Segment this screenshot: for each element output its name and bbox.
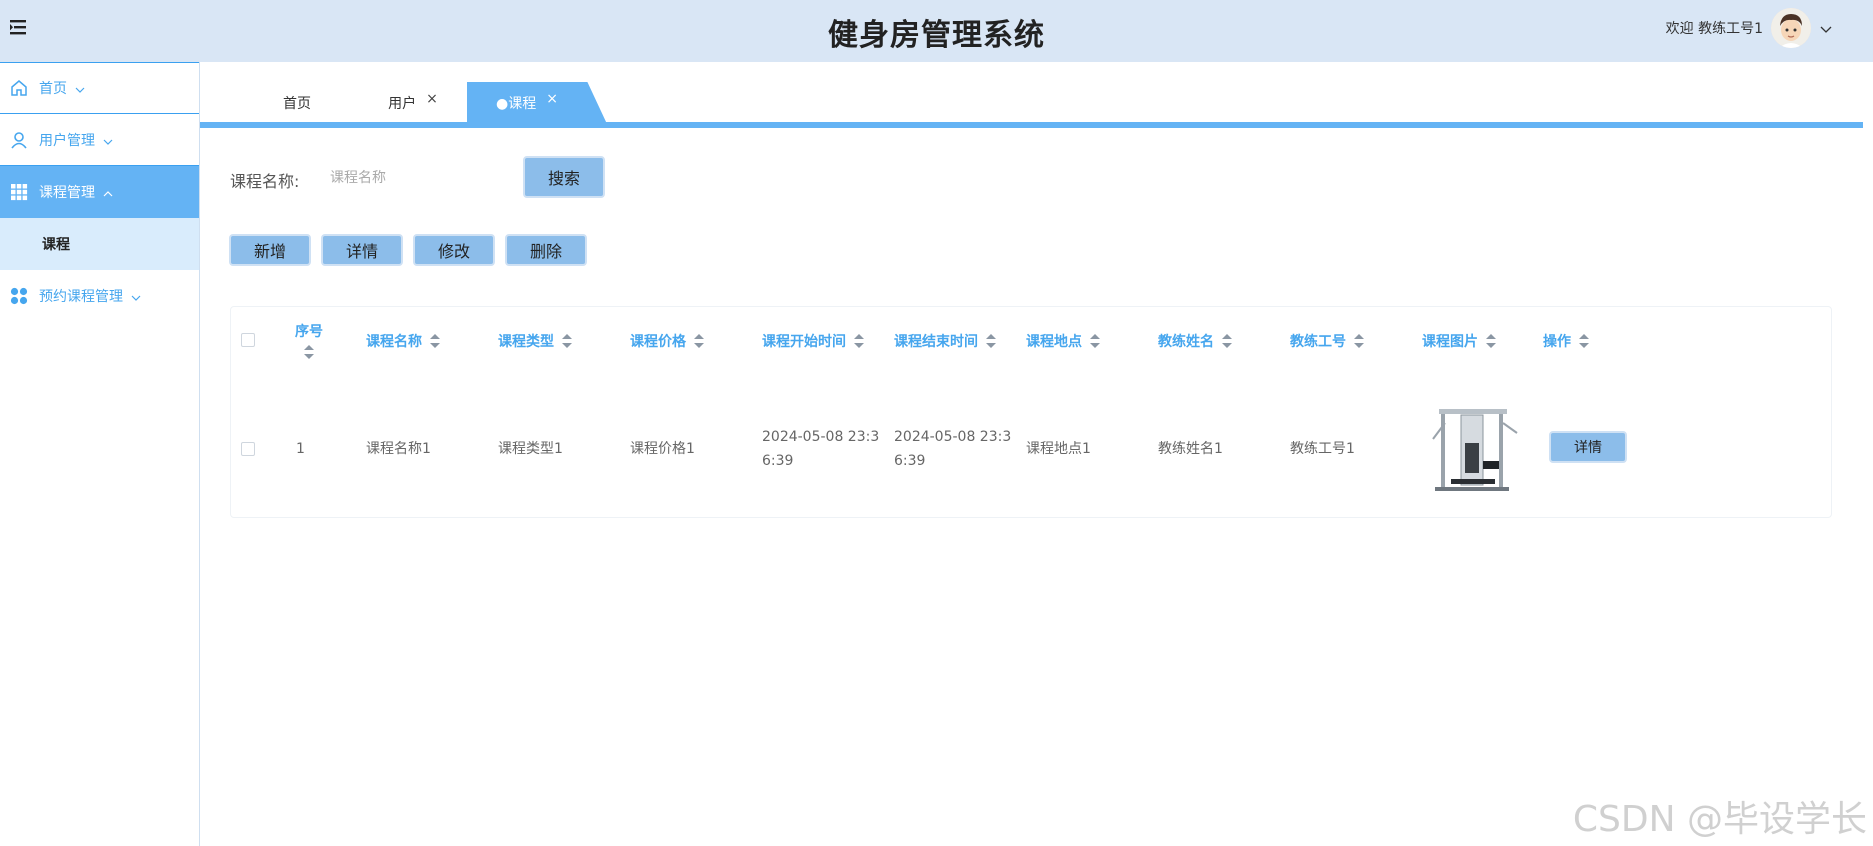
- column-header-label: 课程图片: [1422, 334, 1478, 350]
- sidebar-item-label: 课程管理: [39, 185, 95, 201]
- column-header-label: 序号: [295, 324, 323, 340]
- sidebar: 首页 用户管理 课程管理 课程 预约课程管理: [0, 62, 200, 846]
- add-button[interactable]: 新增: [229, 234, 311, 266]
- sort-icon[interactable]: [562, 334, 572, 348]
- search-label: 课程名称:: [230, 172, 300, 191]
- cell-text: 6:39: [762, 453, 794, 469]
- course-table: 序号 课程名称 课程类型 课程价格 课程开始时间 课程结束时间 课程地点 教练姓…: [230, 306, 1832, 518]
- column-header-label: 操作: [1543, 334, 1571, 350]
- search-button[interactable]: 搜索: [523, 156, 605, 198]
- edit-button[interactable]: 修改: [413, 234, 495, 266]
- course-name-search-input[interactable]: [320, 160, 510, 196]
- tab-underline: [200, 122, 1863, 128]
- sidebar-item-course-management[interactable]: 课程管理: [0, 166, 199, 218]
- column-header-location[interactable]: 课程地点: [1026, 331, 1100, 351]
- sort-icon[interactable]: [1486, 334, 1496, 348]
- user-icon: [10, 131, 28, 149]
- chevron-up-icon: [103, 187, 113, 197]
- user-menu[interactable]: 欢迎 教练工号1: [1666, 6, 1833, 50]
- grid-icon: [10, 183, 28, 201]
- sidebar-item-label: 预约课程管理: [39, 289, 123, 305]
- close-icon[interactable]: ×: [546, 91, 558, 107]
- cell-location: 课程地点1: [1026, 441, 1091, 457]
- tab-label: ●课程: [496, 96, 537, 112]
- column-header-end-time[interactable]: 课程结束时间: [894, 331, 996, 351]
- sidebar-subitem-label: 课程: [42, 237, 70, 253]
- column-header-label: 教练工号: [1290, 334, 1346, 350]
- column-header-coach-name[interactable]: 教练姓名: [1158, 331, 1232, 351]
- tab-label: 首页: [283, 96, 311, 112]
- welcome-text: 欢迎 教练工号1: [1665, 21, 1763, 37]
- row-checkbox[interactable]: [241, 442, 255, 456]
- tab-course[interactable]: ●课程 ×: [467, 82, 607, 124]
- select-all-checkbox[interactable]: [241, 333, 255, 347]
- avatar[interactable]: [1771, 8, 1811, 48]
- column-header-label: 课程价格: [630, 334, 686, 350]
- column-header-label: 课程开始时间: [762, 334, 846, 350]
- column-header-name[interactable]: 课程名称: [366, 331, 440, 351]
- sidebar-item-booking-management[interactable]: 预约课程管理: [0, 270, 199, 322]
- app-title: 健身房管理系统: [828, 18, 1045, 53]
- sidebar-subitem-course[interactable]: 课程: [0, 218, 199, 270]
- close-icon[interactable]: ×: [426, 91, 438, 107]
- sidebar-item-label: 用户管理: [39, 132, 95, 149]
- cell-start-time: 2024-05-08 23:3 6:39: [762, 425, 879, 473]
- sidebar-item-home[interactable]: 首页: [0, 62, 199, 114]
- column-header-action[interactable]: 操作: [1543, 331, 1589, 351]
- sort-icon[interactable]: [854, 334, 864, 348]
- home-icon: [10, 79, 28, 97]
- column-header-label: 课程结束时间: [894, 334, 978, 350]
- cell-coach-name: 教练姓名1: [1158, 441, 1223, 457]
- chevron-down-icon: [75, 83, 85, 93]
- sort-icon[interactable]: [430, 334, 440, 348]
- sort-icon[interactable]: [1579, 334, 1589, 348]
- column-header-coach-id[interactable]: 教练工号: [1290, 331, 1364, 351]
- cell-name: 课程名称1: [366, 441, 431, 457]
- row-detail-button[interactable]: 详情: [1549, 431, 1627, 463]
- cell-end-time: 2024-05-08 23:3 6:39: [894, 425, 1011, 473]
- sort-icon[interactable]: [304, 345, 314, 359]
- column-header-index[interactable]: 序号: [295, 321, 323, 359]
- cell-text: 2024-05-08 23:3: [762, 429, 880, 445]
- column-header-label: 课程名称: [366, 334, 422, 350]
- column-header-price[interactable]: 课程价格: [630, 331, 704, 351]
- cell-text: 6:39: [894, 453, 926, 469]
- column-header-type[interactable]: 课程类型: [498, 331, 572, 351]
- column-header-label: 教练姓名: [1158, 334, 1214, 350]
- tab-home[interactable]: 首页: [244, 82, 350, 124]
- sort-icon[interactable]: [694, 334, 704, 348]
- chevron-down-icon[interactable]: [1819, 21, 1833, 35]
- watermark: CSDN @毕设学长: [1572, 799, 1867, 840]
- cell-text: 2024-05-08 23:3: [894, 429, 1012, 445]
- sort-icon[interactable]: [1090, 334, 1100, 348]
- gym-machine-image[interactable]: [1431, 403, 1521, 495]
- tab-user[interactable]: 用户 ×: [360, 82, 466, 124]
- column-header-label: 课程地点: [1026, 334, 1082, 350]
- column-header-image[interactable]: 课程图片: [1422, 331, 1496, 351]
- column-header-start-time[interactable]: 课程开始时间: [762, 331, 864, 351]
- delete-button[interactable]: 删除: [505, 234, 587, 266]
- top-header: 健身房管理系统 欢迎 教练工号1: [0, 0, 1873, 62]
- sort-icon[interactable]: [1222, 334, 1232, 348]
- chevron-down-icon: [103, 135, 113, 145]
- sidebar-item-user-management[interactable]: 用户管理: [0, 114, 199, 166]
- tab-label: 用户: [388, 96, 417, 112]
- chevron-down-icon: [131, 291, 141, 301]
- cell-type: 课程类型1: [498, 441, 563, 457]
- apps-icon: [10, 287, 28, 305]
- detail-button[interactable]: 详情: [321, 234, 403, 266]
- cell-coach-id: 教练工号1: [1290, 441, 1355, 457]
- cell-price: 课程价格1: [630, 441, 695, 457]
- sidebar-item-label: 首页: [39, 81, 67, 97]
- cell-index: 1: [296, 441, 305, 457]
- sort-icon[interactable]: [1354, 334, 1364, 348]
- tab-bar: 首页 用户 × ●课程 ×: [200, 62, 1873, 128]
- sort-icon[interactable]: [986, 334, 996, 348]
- column-header-label: 课程类型: [498, 334, 554, 350]
